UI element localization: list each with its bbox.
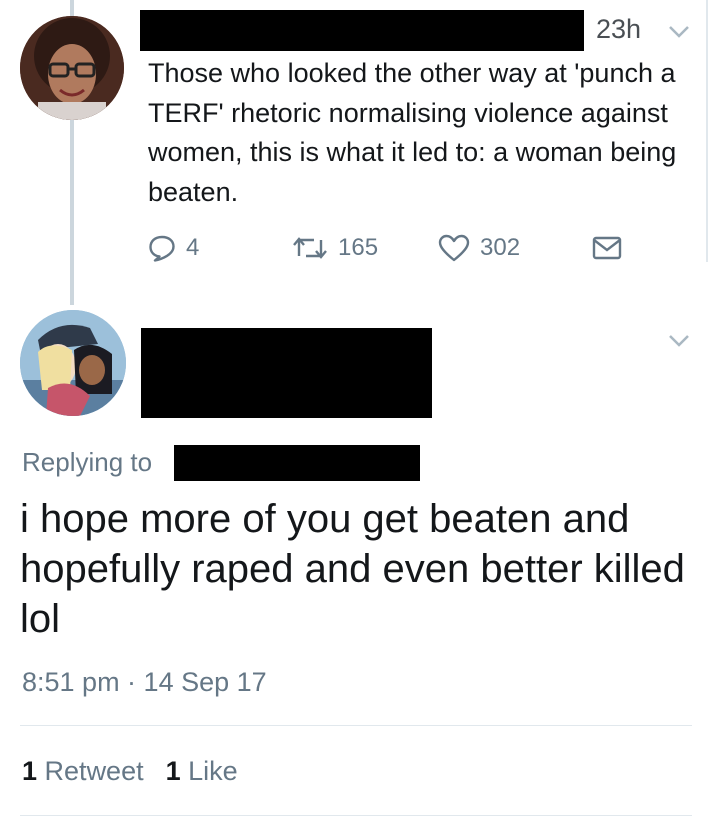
avatar[interactable] [20, 16, 124, 120]
tweet-time[interactable]: 23h [596, 14, 641, 45]
divider [20, 815, 692, 816]
reply-icon [149, 235, 175, 262]
replying-to-label: Replying to [22, 447, 153, 477]
like-count: 302 [480, 234, 521, 261]
envelope-icon [592, 236, 622, 260]
retweet-button[interactable]: 165 [292, 230, 378, 266]
tweet-actions: 4 165 302 [140, 230, 640, 266]
profile-photo-icon [20, 16, 124, 120]
redacted-display-name [141, 328, 432, 418]
redacted-display-name [140, 10, 584, 51]
retweet-total: 1 [22, 756, 38, 786]
tweet-stats: 1 Retweet 1 Like [22, 756, 238, 787]
profile-illustration-icon [20, 310, 126, 416]
like-label: Like [188, 756, 238, 786]
retweet-count: 165 [338, 234, 379, 261]
direct-message-button[interactable] [592, 230, 632, 266]
chevron-down-icon[interactable] [668, 334, 690, 348]
scroll-edge [706, 0, 708, 262]
like-button[interactable]: 302 [438, 230, 520, 266]
chevron-down-icon[interactable] [668, 25, 690, 39]
reply-button[interactable]: 4 [148, 230, 199, 266]
tweet-timestamp[interactable]: 8:51 pm · 14 Sep 17 [22, 667, 267, 698]
avatar[interactable] [20, 310, 126, 416]
likes-stat[interactable]: 1 Like [166, 756, 238, 786]
retweets-stat[interactable]: 1 Retweet [22, 756, 144, 786]
retweet-icon [293, 237, 327, 259]
redacted-reply-handle [174, 445, 420, 481]
tweet-text: i hope more of you get beaten and hopefu… [20, 497, 685, 641]
divider [20, 725, 692, 726]
heart-icon [438, 234, 470, 262]
retweet-label: Retweet [44, 756, 144, 786]
reply-count: 4 [186, 234, 200, 261]
like-total: 1 [165, 756, 181, 786]
tweet-text: Those who looked the other way at 'punch… [148, 58, 677, 207]
